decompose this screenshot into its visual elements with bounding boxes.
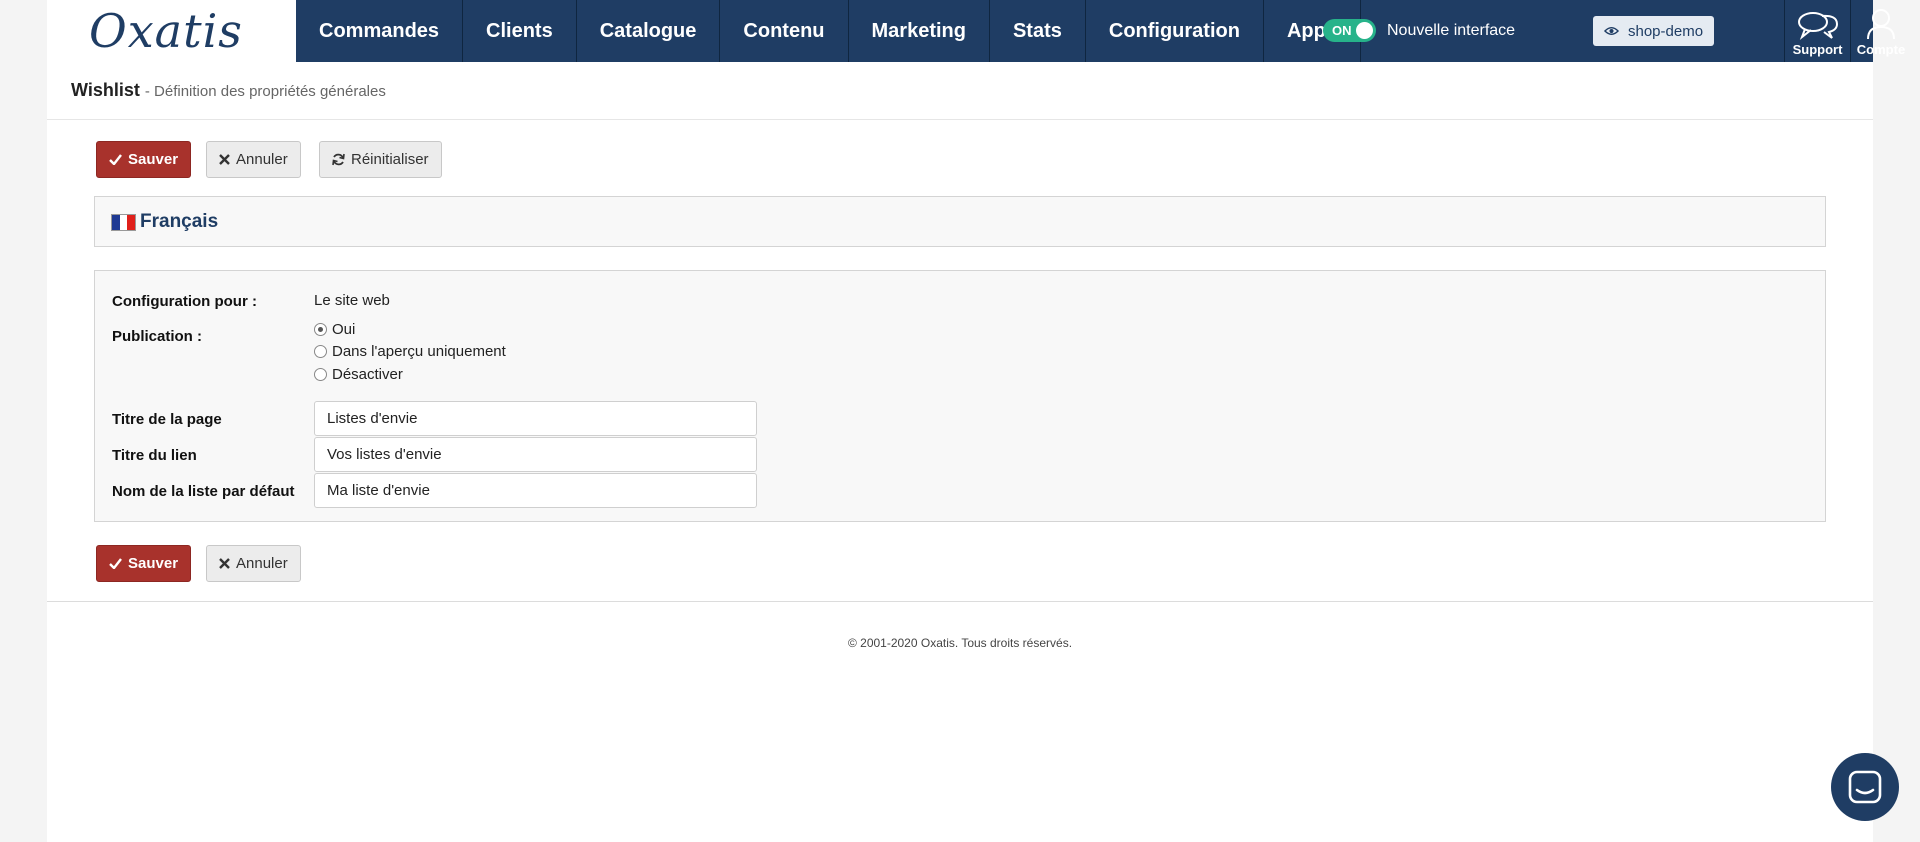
radio-disable[interactable] [314, 368, 327, 381]
publication-option-disable[interactable]: Désactiver [314, 366, 403, 383]
nav-item-catalogue[interactable]: Catalogue [577, 0, 721, 62]
cancel-button-top[interactable]: Annuler [206, 141, 301, 178]
publication-label: Publication : [112, 328, 202, 345]
refresh-icon [332, 153, 345, 166]
cancel-button-bottom[interactable]: Annuler [206, 545, 301, 582]
publication-option-preview[interactable]: Dans l'aperçu uniquement [314, 343, 506, 360]
support-label: Support [1792, 42, 1843, 57]
shop-demo-label: shop-demo [1628, 22, 1704, 40]
account-button[interactable]: Compte [1850, 0, 1912, 62]
default-list-label: Nom de la liste par défaut [112, 483, 295, 500]
chat-icon [1848, 770, 1882, 804]
default-list-input[interactable] [314, 473, 757, 508]
nav-item-commandes[interactable]: Commandes [296, 0, 464, 62]
config-value: Le site web [314, 292, 390, 309]
radio-preview-label: Dans l'aperçu uniquement [332, 343, 506, 360]
toggle-knob [1356, 22, 1373, 39]
chat-launcher-button[interactable] [1831, 753, 1899, 821]
save-label: Sauver [128, 151, 179, 168]
language-panel[interactable]: Français [94, 196, 1826, 247]
close-icon [219, 558, 230, 569]
footer-copyright: © 2001-2020 Oxatis. Tous droits réservés… [847, 636, 1073, 650]
user-icon [1867, 9, 1895, 40]
nav-item-clients[interactable]: Clients [463, 0, 577, 62]
link-title-input[interactable] [314, 437, 757, 472]
close-icon [219, 154, 230, 165]
toggle-label: Nouvelle interface [1387, 21, 1516, 39]
shop-demo-button[interactable]: shop-demo [1593, 16, 1715, 46]
eye-icon [1604, 27, 1619, 35]
logo-area[interactable]: Oxatis [47, 0, 296, 62]
page-title-input[interactable] [314, 401, 757, 436]
publication-option-oui[interactable]: Oui [314, 321, 355, 338]
top-navbar: Oxatis Commandes Clients Catalogue Conte… [47, 0, 1905, 62]
save-button-bottom[interactable]: Sauver [96, 545, 192, 582]
nav-item-marketing[interactable]: Marketing [849, 0, 990, 62]
reset-button[interactable]: Réinitialiser [319, 141, 442, 178]
radio-oui[interactable] [314, 323, 327, 336]
french-flag-icon [111, 214, 136, 231]
page-title-label: Titre de la page [112, 411, 222, 428]
language-label: Français [140, 210, 219, 232]
account-label: Compte [1856, 42, 1906, 57]
nav-item-configuration[interactable]: Configuration [1086, 0, 1264, 62]
cancel-label: Annuler [236, 555, 288, 572]
header-divider [47, 119, 1873, 120]
radio-disable-label: Désactiver [332, 366, 403, 383]
radio-preview[interactable] [314, 345, 327, 358]
toggle-state: ON [1332, 23, 1352, 38]
page-subtitle: - Définition des propriétés générales [144, 83, 386, 100]
main-nav: Commandes Clients Catalogue Contenu Mark… [296, 0, 1361, 62]
support-button[interactable]: Support [1784, 0, 1850, 62]
breadcrumb: Wishlist - Définition des propriétés gén… [71, 80, 386, 101]
wishlist-settings-form: Configuration pour : Le site web Publica… [94, 270, 1826, 522]
check-icon [109, 558, 122, 569]
footer-divider [47, 601, 1873, 602]
save-label: Sauver [128, 555, 179, 572]
new-interface-toggle[interactable]: ON Nouvelle interface [1323, 19, 1515, 42]
check-icon [109, 154, 122, 165]
nav-item-stats[interactable]: Stats [990, 0, 1086, 62]
cancel-label: Annuler [236, 151, 288, 168]
radio-oui-label: Oui [332, 321, 356, 338]
reset-label: Réinitialiser [351, 151, 429, 168]
page-title: Wishlist [71, 80, 140, 100]
link-title-label: Titre du lien [112, 447, 197, 464]
page: Oxatis Commandes Clients Catalogue Conte… [47, 0, 1905, 842]
toggle-switch[interactable]: ON [1323, 19, 1376, 42]
config-label: Configuration pour : [112, 293, 257, 310]
nav-item-contenu[interactable]: Contenu [720, 0, 849, 62]
save-button-top[interactable]: Sauver [96, 141, 192, 178]
oxatis-logo[interactable]: Oxatis [89, 8, 243, 54]
chat-bubbles-icon [1797, 12, 1838, 40]
